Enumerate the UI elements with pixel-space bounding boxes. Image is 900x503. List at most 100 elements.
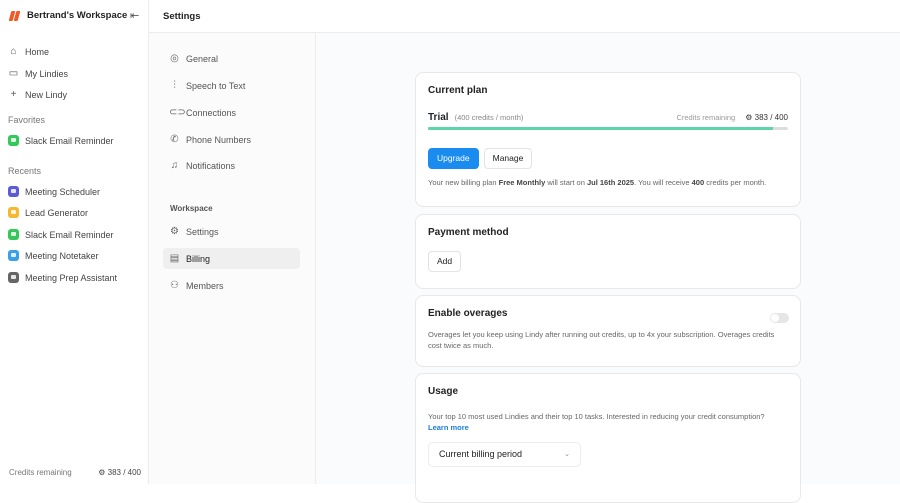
nav-label: Settings: [186, 226, 219, 237]
add-payment-button[interactable]: Add: [428, 251, 462, 272]
note-text: . You will receive: [634, 178, 692, 187]
settings-nav-general[interactable]: ◎ General: [163, 48, 300, 69]
item-label: Slack Email Reminder: [25, 135, 114, 146]
nav-label: Connections: [186, 107, 237, 118]
item-label: Slack Email Reminder: [25, 229, 114, 240]
settings-nav-phone-numbers[interactable]: ✆ Phone Numbers: [163, 129, 300, 150]
upgrade-button[interactable]: Upgrade: [428, 148, 479, 169]
bell-icon: ♫: [170, 160, 179, 171]
settings-nav-notifications[interactable]: ♫ Notifications: [163, 155, 300, 176]
credits-icon: ⚙: [98, 468, 106, 477]
settings-nav-settings[interactable]: ⚙ Settings: [163, 221, 300, 242]
note-date: Jul 16th 2025: [586, 178, 635, 187]
favorites-heading: Favorites: [8, 115, 46, 125]
link-icon: ⊂⊃: [169, 107, 186, 118]
settings-nav-billing[interactable]: ▤ Billing: [163, 248, 300, 269]
overages-description: Overages let you keep using Lindy after …: [428, 330, 775, 351]
plan-name: Trial: [428, 112, 449, 123]
item-label: Meeting Prep Assistant: [25, 272, 118, 283]
item-label: Meeting Notetaker: [25, 250, 99, 261]
phone-icon: ✆: [170, 134, 179, 145]
agent-icon: [8, 207, 19, 218]
credits-remaining: Credits remaining ⚙ 383 / 400: [9, 468, 141, 477]
folder-icon: ▭: [8, 68, 19, 79]
recent-item[interactable]: Meeting Scheduler: [8, 186, 100, 197]
collapse-sidebar-icon[interactable]: ⇤: [130, 9, 139, 22]
user-circle-icon: ◎: [170, 53, 179, 64]
workspace-switcher[interactable]: Bertrand's Workspace: [8, 10, 128, 21]
note-credits: 400: [691, 178, 705, 187]
users-icon: ⚇: [170, 280, 179, 291]
billing-plan-note: Your new billing plan Free Monthly will …: [428, 177, 788, 188]
nav-label: My Lindies: [25, 68, 69, 79]
settings-nav: ◎ General ⫶ Speech to Text ⊂⊃ Connections ✆…: [149, 33, 316, 484]
settings-nav-connections[interactable]: ⊂⊃ Connections: [163, 102, 300, 123]
waveform-icon: ⫶: [173, 80, 176, 91]
agent-icon: [8, 135, 19, 146]
current-plan-card: Current plan Trial (400 credits / month)…: [415, 72, 801, 207]
usage-description: Your top 10 most used Lindies and their …: [428, 411, 788, 434]
card-title: Current plan: [428, 85, 488, 96]
nav-label: Home: [25, 46, 50, 57]
recent-item[interactable]: Meeting Prep Assistant: [8, 272, 117, 283]
agent-icon: [8, 229, 19, 240]
recents-heading: Recents: [8, 166, 42, 176]
chevron-down-icon: ⌄: [564, 451, 570, 458]
note-plan: Free Monthly: [498, 178, 546, 187]
workspace-heading: Workspace: [170, 204, 213, 213]
nav-label: Phone Numbers: [186, 134, 252, 145]
settings-nav-speech-to-text[interactable]: ⫶ Speech to Text: [163, 75, 300, 96]
nav-label: New Lindy: [25, 89, 68, 100]
agent-icon: [8, 186, 19, 197]
overages-toggle[interactable]: [770, 313, 789, 323]
nav-label: Speech to Text: [186, 80, 246, 91]
item-label: Lead Generator: [25, 207, 89, 218]
nav-label: General: [186, 53, 219, 64]
nav-new-lindy[interactable]: + New Lindy: [8, 89, 67, 100]
select-value: Current billing period: [439, 449, 523, 459]
plus-icon: +: [10, 89, 17, 100]
home-icon: ⌂: [10, 46, 17, 57]
payment-method-card: Payment method Add: [415, 214, 801, 289]
header: Settings: [149, 0, 900, 33]
credits-label: Credits remaining: [9, 468, 72, 477]
nav-home[interactable]: ⌂ Home: [8, 46, 49, 57]
card-title: Enable overages: [428, 308, 508, 319]
card-title: Payment method: [428, 227, 509, 238]
page-title: Settings: [163, 11, 201, 22]
credits-value: 383 / 400: [754, 113, 788, 122]
nav-label: Billing: [186, 253, 211, 264]
billing-period-select[interactable]: Current billing period ⌄: [428, 441, 581, 467]
credits-progress-bar: [428, 127, 788, 130]
nav-label: Notifications: [186, 160, 236, 171]
note-text: will start on: [545, 178, 587, 187]
billing-content: Current plan Trial (400 credits / month)…: [316, 33, 900, 503]
item-label: Meeting Scheduler: [25, 186, 101, 197]
learn-more-link[interactable]: Learn more: [428, 423, 469, 432]
overages-card: Enable overages Overages let you keep us…: [415, 295, 801, 367]
note-text: Your new billing plan: [428, 178, 499, 187]
card-title: Usage: [428, 386, 459, 397]
nav-my-lindies[interactable]: ▭ My Lindies: [8, 68, 68, 79]
receipt-icon: ▤: [169, 253, 180, 264]
credits-label: Credits remaining: [676, 113, 736, 122]
settings-nav-members[interactable]: ⚇ Members: [163, 275, 300, 296]
recent-item[interactable]: Lead Generator: [8, 207, 88, 218]
favorite-item[interactable]: Slack Email Reminder: [8, 135, 114, 146]
recent-item[interactable]: Meeting Notetaker: [8, 250, 99, 261]
gear-icon: ⚙: [170, 226, 179, 237]
sidebar: Bertrand's Workspace ⇤ ⌂ Home ▭ My Lindies…: [0, 0, 149, 484]
credits-icon: ⚙: [745, 113, 753, 122]
usage-text: Your top 10 most used Lindies and their …: [428, 412, 765, 421]
credits-value: 383 / 400: [107, 468, 141, 477]
recent-item[interactable]: Slack Email Reminder: [8, 229, 114, 240]
manage-button[interactable]: Manage: [483, 148, 533, 169]
note-text: credits per month.: [704, 178, 767, 187]
nav-label: Members: [186, 280, 224, 291]
agent-icon: [8, 272, 19, 283]
workspace-name: Bertrand's Workspace: [27, 10, 128, 21]
plan-detail: (400 credits / month): [454, 113, 524, 122]
credits-progress-fill: [428, 127, 773, 130]
agent-icon: [8, 250, 19, 261]
lindy-logo-icon: [8, 10, 21, 21]
